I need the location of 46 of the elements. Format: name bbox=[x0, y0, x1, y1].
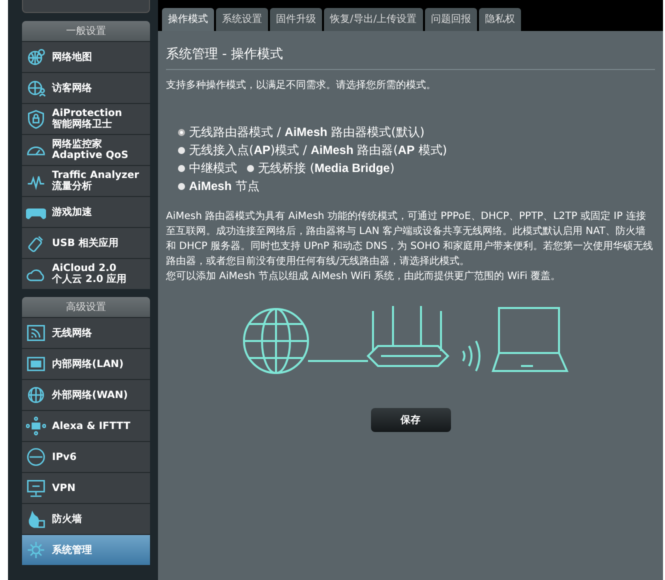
sidebar-item[interactable]: Traffic Analyzer 流量分析 bbox=[22, 165, 150, 196]
radio-button[interactable] bbox=[178, 147, 185, 154]
sidebar-item[interactable]: USB 相关应用 bbox=[22, 227, 150, 258]
section-header: 一般设置 bbox=[22, 21, 150, 41]
page-title: 系统管理 - 操作模式 bbox=[166, 46, 284, 63]
tab[interactable]: 隐私权 bbox=[478, 8, 521, 31]
option-label[interactable]: AiMesh 节点 bbox=[189, 178, 260, 195]
description-text: AiMesh 路由器模式为具有 AiMesh 功能的传统模式，可通过 PPPoE、DHCP、PPTP、L2TP 或固定 IP 连接至互联网。成功连接至网络后，路由器将与 LAN 客户端或设备共享无线网络。此模式默认启用 NAT、防火墙和 DHCP 服务器。同时也支持 UPnP 和动态 DNS，为 SOHO 和家庭用户带来便利。若您第一次使用华硕无线路由器，或者您目前没有使用任何有线/无线路由器，请选择此模式。 bbox=[166, 210, 654, 269]
radio-button[interactable] bbox=[178, 183, 185, 190]
description-text: 您可以添加 AiMesh 节点以组成 AiMesh WiFi 系统，由此而提供更广范围的 WiFi 覆盖。 bbox=[166, 270, 562, 284]
radio-button[interactable] bbox=[247, 165, 254, 172]
radio-button[interactable] bbox=[178, 165, 185, 172]
usb-stick-icon bbox=[26, 233, 46, 253]
option-label[interactable]: 无线路由器模式 / AiMesh 路由器模式(默认) bbox=[189, 124, 425, 141]
tab[interactable]: 操作模式 bbox=[162, 8, 214, 31]
hub-icon bbox=[26, 416, 46, 436]
sidebar-item[interactable]: 外部网络(WAN) bbox=[22, 379, 150, 410]
gear-icon bbox=[26, 540, 46, 560]
wireless-icon bbox=[26, 323, 46, 343]
sidebar-item[interactable]: VPN bbox=[22, 472, 150, 503]
network-port-icon bbox=[26, 354, 46, 374]
sidebar-item[interactable]: Alexa & IFTTT bbox=[22, 410, 150, 441]
tab[interactable]: 固件升级 bbox=[270, 8, 322, 31]
intro-text: 支持多种操作模式，以满足不同需求。请选择您所需的模式。 bbox=[166, 78, 437, 92]
option-label[interactable]: 中继模式 bbox=[189, 160, 237, 177]
sidebar-item[interactable]: 网络地图 bbox=[22, 41, 150, 72]
globe-pin-icon bbox=[26, 47, 46, 67]
sidebar-item[interactable]: IPv6 bbox=[22, 441, 150, 472]
globe-people-icon bbox=[26, 78, 46, 98]
sidebar-item[interactable]: AiProtection 智能网络卫士 bbox=[22, 103, 150, 134]
sidebar-item[interactable]: 无线网络 bbox=[22, 317, 150, 348]
sidebar-item[interactable]: 访客网络 bbox=[22, 72, 150, 103]
section-header: 高级设置 bbox=[22, 297, 150, 317]
tab[interactable]: 系统设置 bbox=[216, 8, 268, 31]
sidebar-item[interactable]: 网络监控家 Adaptive QoS bbox=[22, 134, 150, 165]
sidebar-item[interactable]: 内部网络(LAN) bbox=[22, 348, 150, 379]
sidebar-item[interactable]: AiCloud 2.0 个人云 2.0 应用 bbox=[22, 258, 150, 289]
tab[interactable]: 问题回报 bbox=[424, 8, 477, 31]
option-label[interactable]: 无线接入点(AP)模式 / AiMesh 路由器(AP 模式) bbox=[189, 142, 448, 159]
radio-button[interactable] bbox=[178, 129, 185, 136]
option-label[interactable]: 无线桥接 (Media Bridge) bbox=[258, 160, 395, 177]
sidebar-item[interactable]: 游戏加速 bbox=[22, 196, 150, 227]
save-button[interactable]: 保存 bbox=[370, 408, 450, 432]
shield-lock-icon bbox=[26, 109, 46, 129]
tab[interactable]: 恢复/导出/上传设置 bbox=[324, 8, 423, 31]
monitor-icon bbox=[26, 478, 46, 498]
